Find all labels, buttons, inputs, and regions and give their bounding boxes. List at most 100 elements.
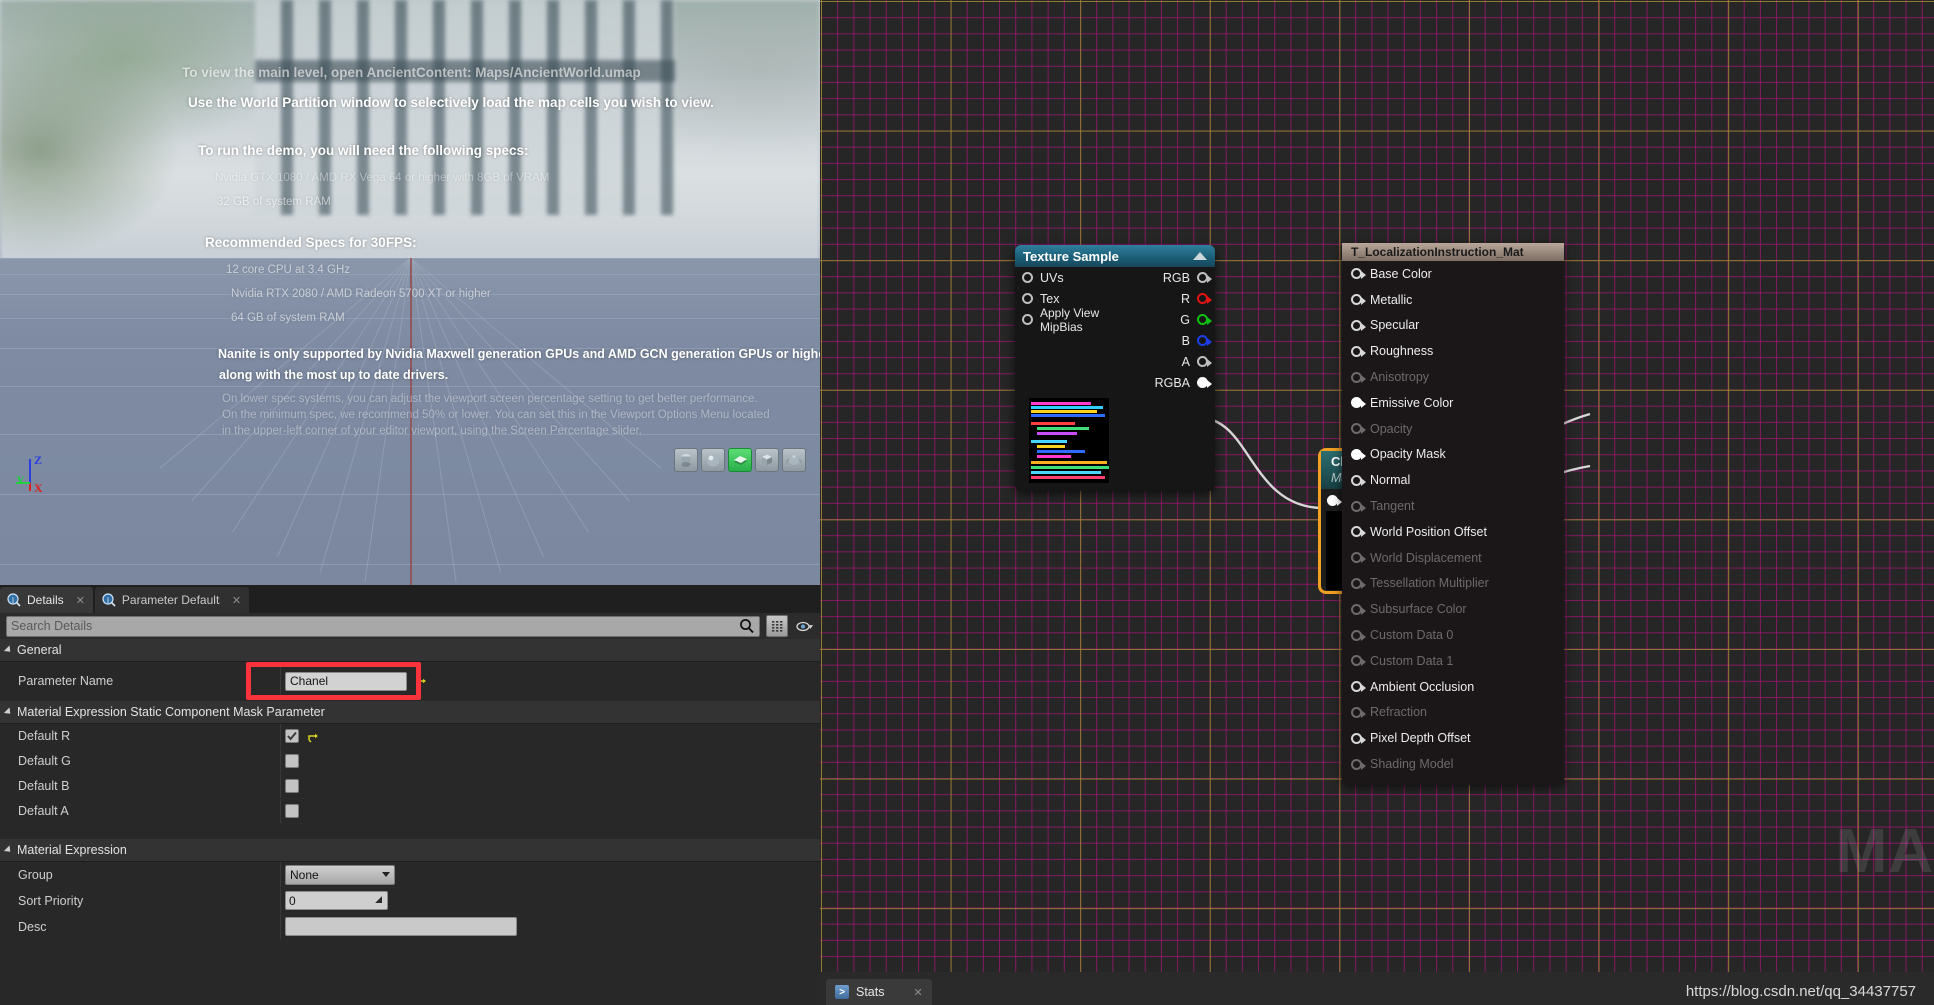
texture-thumbnail[interactable] (1029, 398, 1109, 483)
preview-shape-toolbar[interactable] (674, 448, 806, 472)
pin-dot-icon[interactable] (1197, 272, 1212, 283)
pin-subsurface-color[interactable]: Subsurface Color (1342, 596, 1564, 622)
tab-parameter-defaults-close-icon[interactable]: ✕ (232, 594, 241, 607)
row-default-a[interactable]: Default A (0, 799, 820, 824)
reset-to-default-icon[interactable] (415, 676, 426, 688)
pin-dot-icon[interactable] (1351, 603, 1366, 615)
material-graph-canvas[interactable]: MA Texture Sample UVs Tex Apply View Mip… (820, 0, 1934, 1005)
pin-dot-icon[interactable] (1351, 319, 1366, 331)
pin-world-position-offset[interactable]: World Position Offset (1342, 519, 1564, 545)
row-parameter-name[interactable]: Parameter Name Chanel (0, 662, 820, 701)
pin-dot-icon[interactable] (1351, 681, 1366, 693)
pin-uvs[interactable]: UVs (1015, 267, 1135, 288)
pin-specular[interactable]: Specular (1342, 313, 1564, 339)
pin-dot-icon[interactable] (1197, 314, 1212, 325)
group-dropdown[interactable]: None (285, 864, 395, 885)
default-a-checkbox[interactable] (285, 804, 299, 818)
section-header-material-expression[interactable]: Material Expression (0, 839, 820, 862)
pin-dot-icon[interactable] (1351, 706, 1366, 718)
preview-shape-sphere-button[interactable] (701, 448, 725, 472)
pin-opacity-mask[interactable]: Opacity Mask (1342, 442, 1564, 468)
pin-metallic[interactable]: Metallic (1342, 287, 1564, 313)
preview-shape-plane-button[interactable] (728, 448, 752, 472)
pin-dot-icon[interactable] (1197, 356, 1212, 367)
details-tab-bar[interactable]: i Details ✕ i Parameter Defaults ✕ (0, 585, 820, 613)
pin-dot-icon[interactable] (1351, 526, 1366, 538)
visibility-eye-button[interactable] (794, 616, 814, 636)
row-group[interactable]: Group None (0, 862, 820, 888)
node-texture-sample[interactable]: Texture Sample UVs Tex Apply View MipBia… (1015, 245, 1215, 491)
search-icon[interactable] (739, 618, 755, 639)
node-texture-sample-header[interactable]: Texture Sample (1015, 245, 1215, 267)
row-default-r[interactable]: Default R (0, 724, 820, 749)
row-default-g[interactable]: Default G (0, 749, 820, 774)
column-view-button[interactable] (766, 615, 788, 637)
preview-shape-teapot-button[interactable] (782, 448, 806, 472)
parameter-name-input[interactable]: Chanel (285, 671, 407, 691)
pin-dot-icon[interactable] (1197, 293, 1212, 304)
pin-dot-icon[interactable] (1351, 423, 1366, 435)
pin-opacity[interactable]: Opacity (1342, 416, 1564, 442)
row-default-b[interactable]: Default B (0, 774, 820, 799)
default-r-checkbox[interactable] (285, 729, 299, 743)
pin-dot-icon[interactable] (1351, 345, 1366, 357)
pin-custom-data-1[interactable]: Custom Data 1 (1342, 648, 1564, 674)
row-sort-priority[interactable]: Sort Priority 0 (0, 888, 820, 914)
pin-tangent[interactable]: Tangent (1342, 493, 1564, 519)
desc-input[interactable] (285, 917, 517, 936)
pin-tessellation-multiplier[interactable]: Tessellation Multiplier (1342, 571, 1564, 597)
preview-shape-cylinder-button[interactable] (674, 448, 698, 472)
pin-roughness[interactable]: Roughness (1342, 338, 1564, 364)
section-header-general[interactable]: General (0, 639, 820, 662)
row-desc[interactable]: Desc (0, 914, 820, 940)
pin-anisotropy[interactable]: Anisotropy (1342, 364, 1564, 390)
preview-shape-cube-button[interactable] (755, 448, 779, 472)
pin-rgba[interactable]: RGBA (1125, 372, 1215, 393)
default-g-checkbox[interactable] (285, 754, 299, 768)
pin-dot-icon[interactable] (1351, 629, 1366, 641)
tab-details[interactable]: i Details ✕ (0, 587, 93, 613)
pin-dot-icon[interactable] (1351, 655, 1366, 667)
pin-base-color[interactable]: Base Color (1342, 261, 1564, 287)
pin-world-displacement[interactable]: World Displacement (1342, 545, 1564, 571)
pin-r[interactable]: R (1125, 288, 1215, 309)
pin-b[interactable]: B (1125, 330, 1215, 351)
pin-a[interactable]: A (1125, 351, 1215, 372)
tab-details-close-icon[interactable]: ✕ (76, 594, 85, 607)
pin-apply-view-mipbias[interactable]: Apply View MipBias (1015, 306, 1135, 334)
pin-dot-icon[interactable] (1351, 448, 1366, 460)
node-material-output-pins[interactable]: Base Color Metallic Specular Roughness A… (1342, 261, 1564, 777)
pin-dot-icon[interactable] (1351, 552, 1366, 564)
pin-dot-icon[interactable] (1351, 371, 1366, 383)
pin-dot-icon[interactable] (1351, 268, 1366, 280)
pin-dot-icon[interactable] (1351, 577, 1366, 589)
sort-priority-input[interactable]: 0 (285, 891, 388, 910)
pin-shading-model[interactable]: Shading Model (1342, 751, 1564, 777)
pin-dot-icon[interactable] (1351, 758, 1366, 770)
pin-dot-icon[interactable] (1351, 294, 1366, 306)
pin-pixel-depth-offset[interactable]: Pixel Depth Offset (1342, 725, 1564, 751)
details-search-row[interactable]: Search Details (0, 613, 820, 639)
pin-refraction[interactable]: Refraction (1342, 700, 1564, 726)
pin-dot-icon[interactable] (1351, 500, 1366, 512)
pin-rgb[interactable]: RGB (1125, 267, 1215, 288)
material-preview-viewport[interactable]: To view the main level, open AncientCont… (0, 0, 820, 585)
pin-dot-icon[interactable] (1022, 314, 1033, 325)
pin-dot-icon[interactable] (1351, 474, 1366, 486)
pin-ambient-occlusion[interactable]: Ambient Occlusion (1342, 674, 1564, 700)
pin-dot-icon[interactable] (1351, 732, 1366, 744)
pin-normal[interactable]: Normal (1342, 467, 1564, 493)
pin-dot-icon[interactable] (1351, 397, 1366, 409)
node-material-output[interactable]: T_LocalizationInstruction_Mat Base Color… (1342, 243, 1564, 785)
section-header-mask-parameter[interactable]: Material Expression Static Component Mas… (0, 701, 820, 724)
pin-emissive-color[interactable]: Emissive Color (1342, 390, 1564, 416)
pin-dot-icon[interactable] (1022, 272, 1033, 283)
pin-dot-icon[interactable] (1197, 335, 1212, 346)
pin-dot-icon[interactable] (1022, 293, 1033, 304)
pin-custom-data-0[interactable]: Custom Data 0 (1342, 622, 1564, 648)
search-input[interactable]: Search Details (6, 615, 760, 639)
drag-handle-icon[interactable] (374, 894, 384, 908)
pin-g[interactable]: G (1125, 309, 1215, 330)
pin-dot-icon[interactable] (1197, 377, 1212, 388)
pin-dot-icon[interactable] (1327, 494, 1342, 506)
